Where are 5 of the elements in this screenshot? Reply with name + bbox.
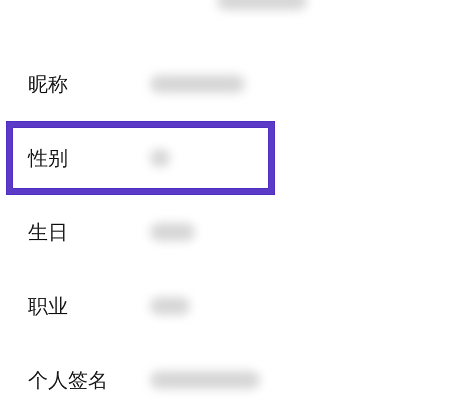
field-label: 昵称	[28, 70, 69, 98]
field-label: 生日	[28, 218, 69, 246]
field-label: 个人签名	[28, 366, 109, 394]
field-label: 职业	[28, 292, 69, 320]
field-label: 性别	[28, 144, 69, 172]
